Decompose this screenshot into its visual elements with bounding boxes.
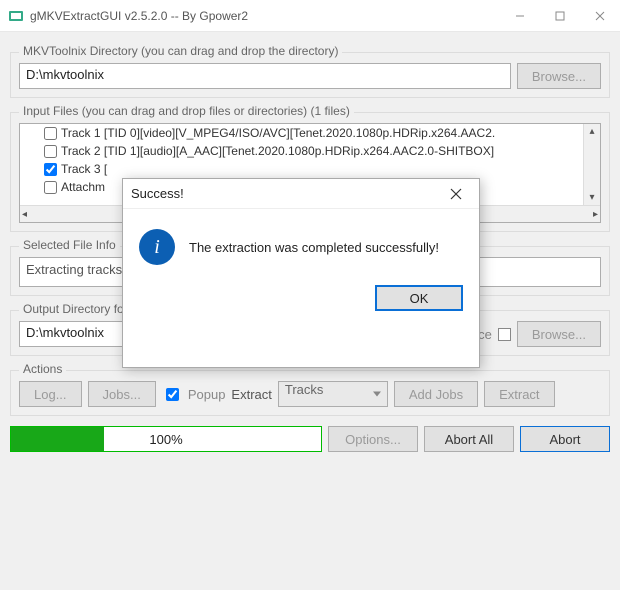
extract-label: Extract (231, 387, 271, 402)
scroll-left-icon[interactable]: ◂ (22, 209, 27, 220)
browse-output-button[interactable]: Browse... (517, 321, 601, 347)
actions-group: Actions Log... Jobs... Popup Extract Tra… (10, 370, 610, 416)
scroll-right-icon[interactable]: ▸ (593, 209, 598, 220)
use-source-checkbox[interactable] (498, 328, 511, 341)
track-label: Attachm (61, 180, 105, 194)
mkvtoolnix-directory-group: MKVToolnix Directory (you can drag and d… (10, 52, 610, 98)
track-checkbox[interactable] (44, 127, 57, 140)
ok-button[interactable]: OK (375, 285, 463, 311)
abort-button[interactable]: Abort (520, 426, 610, 452)
options-button[interactable]: Options... (328, 426, 418, 452)
group-label: Input Files (you can drag and drop files… (19, 104, 354, 118)
track-checkbox[interactable] (44, 163, 57, 176)
extract-button[interactable]: Extract (484, 381, 554, 407)
close-button[interactable] (580, 0, 620, 31)
track-checkbox[interactable] (44, 181, 57, 194)
bottom-bar: 100% Options... Abort All Abort (10, 426, 610, 452)
app-icon (8, 8, 24, 24)
scroll-up-icon[interactable]: ▴ (589, 126, 594, 137)
progress-text: 100% (11, 432, 321, 447)
minimize-button[interactable] (500, 0, 540, 31)
group-label: Actions (19, 362, 66, 376)
window-title: gMKVExtractGUI v2.5.2.0 -- By Gpower2 (30, 9, 500, 23)
add-jobs-button[interactable]: Add Jobs (394, 381, 478, 407)
mkvtoolnix-directory-input[interactable]: D:\mkvtoolnix (19, 63, 511, 89)
dialog-close-button[interactable] (441, 179, 471, 209)
track-label: Track 1 [TID 0][video][V_MPEG4/ISO/AVC][… (61, 126, 495, 140)
progress-bar: 100% (10, 426, 322, 452)
window-titlebar: gMKVExtractGUI v2.5.2.0 -- By Gpower2 (0, 0, 620, 32)
scroll-down-icon[interactable]: ▾ (589, 192, 594, 203)
dialog-title: Success! (131, 186, 184, 201)
popup-checkbox[interactable] (166, 388, 179, 401)
group-label: Selected File Info (19, 238, 120, 252)
abort-all-button[interactable]: Abort All (424, 426, 514, 452)
close-icon (450, 188, 462, 200)
track-checkbox[interactable] (44, 145, 57, 158)
maximize-button[interactable] (540, 0, 580, 31)
vertical-scrollbar[interactable]: ▴ ▾ (583, 124, 600, 205)
browse-mkvtoolnix-button[interactable]: Browse... (517, 63, 601, 89)
info-icon: i (139, 229, 175, 265)
dialog-message: The extraction was completed successfull… (189, 240, 439, 255)
track-row[interactable]: Track 3 [ (20, 160, 600, 178)
extract-type-combo[interactable]: Tracks (278, 381, 388, 407)
dialog-titlebar: Success! (123, 179, 479, 209)
track-label: Track 2 [TID 1][audio][A_AAC][Tenet.2020… (61, 144, 494, 158)
track-label: Track 3 [ (61, 162, 107, 176)
track-row[interactable]: Track 1 [TID 0][video][V_MPEG4/ISO/AVC][… (20, 124, 600, 142)
group-label: MKVToolnix Directory (you can drag and d… (19, 44, 342, 58)
popup-label: Popup (188, 387, 226, 402)
track-row[interactable]: Track 2 [TID 1][audio][A_AAC][Tenet.2020… (20, 142, 600, 160)
log-button[interactable]: Log... (19, 381, 82, 407)
jobs-button[interactable]: Jobs... (88, 381, 156, 407)
success-dialog: Success! i The extraction was completed … (122, 178, 480, 368)
